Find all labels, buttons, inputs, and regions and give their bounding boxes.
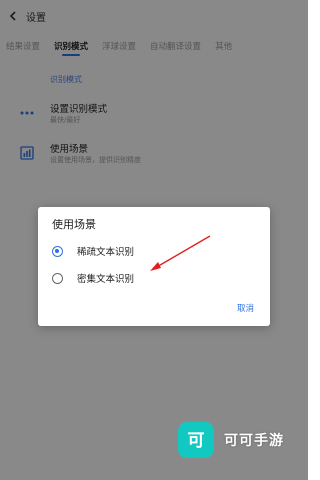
option-dense-text[interactable]: 密集文本识别 [52, 269, 212, 287]
radio-unchecked-icon[interactable] [52, 272, 63, 284]
cancel-button[interactable]: 取消 [237, 302, 254, 314]
option-sparse-text[interactable]: 稀疏文本识别 [52, 242, 212, 260]
dialog-title: 使用场景 [52, 218, 96, 231]
watermark-logo-icon: 可 [178, 422, 214, 458]
radio-checked-icon[interactable] [52, 245, 63, 257]
watermark-logo-glyph: 可 [188, 431, 205, 451]
option-label: 密集文本识别 [77, 274, 135, 285]
watermark: 可 可可手游 [178, 422, 284, 458]
option-label: 稀疏文本识别 [77, 247, 135, 258]
usage-scene-dialog: 使用场景 稀疏文本识别 密集文本识别 取消 [38, 207, 270, 326]
watermark-text: 可可手游 [224, 433, 284, 449]
